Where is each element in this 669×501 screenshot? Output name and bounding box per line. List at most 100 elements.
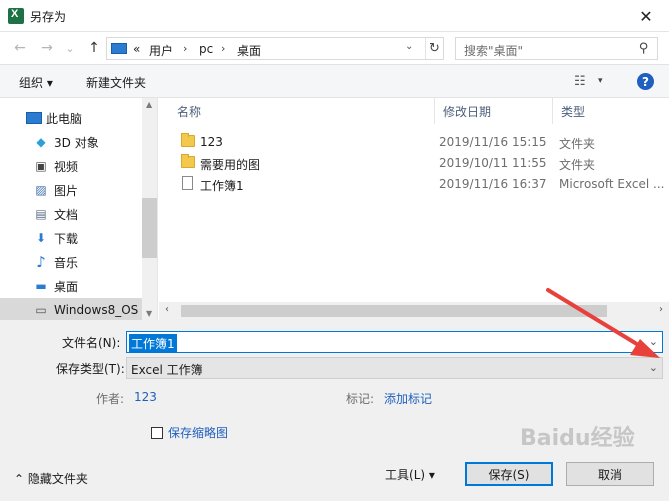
address-bar-row: ← → ⌄ ↑ « 用户 › pc › 桌面 ⌄ ↻ 搜索"桌面" ⚲ (0, 32, 669, 64)
nav-item-pictures[interactable]: ▨ 图片 (0, 178, 142, 202)
horizontal-scrollbar[interactable]: ‹ › (159, 302, 669, 320)
scroll-up-icon[interactable]: ▲ (146, 100, 152, 109)
up-button[interactable]: ↑ (84, 38, 104, 58)
nav-item-music[interactable]: ♪ 音乐 (0, 250, 142, 274)
nav-item-label: 此电脑 (46, 111, 83, 126)
breadcrumb-separator[interactable]: › (183, 42, 187, 55)
watermark: Baidu经验 (520, 426, 635, 451)
breadcrumb-desktop[interactable]: 桌面 (237, 42, 261, 59)
download-icon: ⬇ (35, 231, 47, 245)
filename-value[interactable]: 工作簿1 (129, 334, 177, 353)
scroll-left-icon[interactable]: ‹ (165, 304, 169, 315)
desktop-icon: ▬ (35, 279, 47, 293)
column-header-label: 修改日期 (443, 104, 492, 119)
music-icon: ♪ (36, 253, 46, 271)
excel-app-icon (8, 8, 24, 24)
filetype-label: 保存类型(T): (56, 362, 125, 376)
nav-item-label: 文档 (54, 207, 79, 222)
tools-button[interactable]: 工具(L) ▾ (370, 462, 450, 486)
view-options-icon[interactable]: ☷ (574, 74, 586, 89)
column-header-name[interactable]: 名称 ^ (169, 98, 435, 124)
cancel-button[interactable]: 取消 (566, 462, 654, 486)
address-dropdown-icon[interactable]: ⌄ (405, 41, 413, 52)
breadcrumb-overflow[interactable]: « (133, 42, 140, 56)
column-header-type[interactable]: 类型 (553, 98, 669, 124)
nav-item-windows8-os[interactable]: ▭ Windows8_OS (0, 298, 142, 320)
file-row-workbook1[interactable]: 工作簿1 2019/11/16 16:37 Microsoft Excel ..… (159, 173, 669, 195)
file-type: 文件夹 (559, 158, 596, 172)
view-dropdown-icon[interactable]: ▾ (598, 76, 603, 86)
nav-item-desktop[interactable]: ▬ 桌面 (0, 274, 142, 298)
drive-icon: ▭ (35, 303, 47, 317)
breadcrumb-users[interactable]: 用户 (149, 42, 173, 59)
file-modified: 2019/10/11 11:55 (439, 156, 547, 170)
picture-icon: ▨ (35, 183, 47, 197)
file-type: Microsoft Excel ... (559, 177, 665, 191)
column-header-modified[interactable]: 修改日期 (435, 98, 553, 124)
nav-item-label: 桌面 (54, 279, 79, 294)
filetype-select[interactable]: Excel 工作簿 ⌄ (126, 357, 663, 379)
breadcrumb-pc[interactable]: pc (199, 42, 213, 56)
column-header-label: 类型 (561, 104, 586, 119)
file-row-123[interactable]: 123 2019/11/16 15:15 文件夹 (159, 131, 669, 153)
file-modified: 2019/11/16 16:37 (439, 177, 547, 191)
file-name: 工作簿1 (200, 179, 244, 193)
add-tags-link[interactable]: 添加标记 (384, 390, 432, 407)
file-row-needed-images[interactable]: 需要用的图 2019/10/11 11:55 文件夹 (159, 152, 669, 174)
hide-folders-button[interactable]: ⌃ 隐藏文件夹 (14, 470, 88, 487)
command-bar: 组织 ▾ 新建文件夹 ☷ ▾ ? (0, 64, 669, 98)
file-icon (182, 176, 193, 190)
file-name: 需要用的图 (200, 158, 261, 172)
nav-item-this-pc[interactable]: 此电脑 (0, 106, 142, 130)
scroll-thumb[interactable] (142, 198, 157, 258)
file-type: 文件夹 (559, 137, 596, 151)
navigation-pane: 此电脑 ◆ 3D 对象 ▣ 视频 ▨ 图片 ▤ 文档 ⬇ 下载 ♪ 音乐 ▬ 桌… (0, 98, 158, 320)
nav-item-label: 下载 (54, 231, 79, 246)
nav-item-documents[interactable]: ▤ 文档 (0, 202, 142, 226)
file-name: 123 (200, 135, 223, 149)
author-label: 作者: (96, 392, 125, 406)
save-button[interactable]: 保存(S) (465, 462, 553, 486)
save-thumbnail-label[interactable]: 保存缩略图 (168, 424, 228, 441)
new-folder-button[interactable]: 新建文件夹 (86, 74, 146, 91)
window-title: 另存为 (30, 10, 67, 24)
save-thumbnail-checkbox[interactable] (151, 427, 163, 439)
document-icon: ▤ (35, 207, 47, 221)
nav-item-downloads[interactable]: ⬇ 下载 (0, 226, 142, 250)
back-button[interactable]: ← (10, 38, 30, 58)
forward-button[interactable]: → (37, 38, 57, 58)
chevron-down-icon[interactable]: ⌄ (649, 335, 658, 348)
sort-ascending-icon: ^ (307, 98, 315, 105)
address-box[interactable]: « 用户 › pc › 桌面 ⌄ ↻ (106, 37, 444, 60)
save-options-panel: 文件名(N): 工作簿1 ⌄ 保存类型(T): Excel 工作簿 ⌄ 作者: … (0, 320, 669, 501)
computer-icon (26, 112, 42, 124)
author-value[interactable]: 123 (134, 390, 157, 404)
cube-icon: ◆ (36, 135, 46, 149)
scroll-right-icon[interactable]: › (659, 304, 663, 315)
scroll-down-icon[interactable]: ▼ (146, 309, 152, 318)
recent-locations-button[interactable]: ⌄ (60, 38, 80, 58)
nav-item-label: 视频 (54, 159, 79, 174)
help-icon[interactable]: ? (637, 73, 654, 90)
file-modified: 2019/11/16 15:15 (439, 135, 547, 149)
chevron-down-icon[interactable]: ⌄ (649, 361, 658, 374)
nav-item-videos[interactable]: ▣ 视频 (0, 154, 142, 178)
nav-item-label: 音乐 (54, 255, 79, 270)
filename-label: 文件名(N): (62, 336, 121, 350)
file-list: 名称 ^ 修改日期 类型 123 2019/11/16 15:15 文件夹 需要… (159, 98, 669, 302)
nav-item-label: 3D 对象 (54, 135, 99, 150)
nav-item-3d-objects[interactable]: ◆ 3D 对象 (0, 130, 142, 154)
scroll-thumb[interactable] (181, 305, 607, 317)
search-icon[interactable]: ⚲ (639, 41, 649, 56)
organize-button[interactable]: 组织 ▾ (19, 74, 53, 91)
search-input[interactable]: 搜索"桌面" ⚲ (455, 37, 658, 60)
computer-icon (111, 43, 127, 54)
refresh-icon[interactable]: ↻ (425, 38, 443, 59)
nav-scrollbar[interactable]: ▲ ▼ (142, 98, 157, 320)
filename-field[interactable]: 工作簿1 ⌄ (126, 331, 663, 353)
nav-item-label: Windows8_OS (54, 303, 139, 317)
breadcrumb-separator[interactable]: › (221, 42, 225, 55)
close-button[interactable]: ✕ (623, 0, 669, 32)
folder-icon (181, 154, 195, 168)
video-icon: ▣ (35, 159, 47, 173)
